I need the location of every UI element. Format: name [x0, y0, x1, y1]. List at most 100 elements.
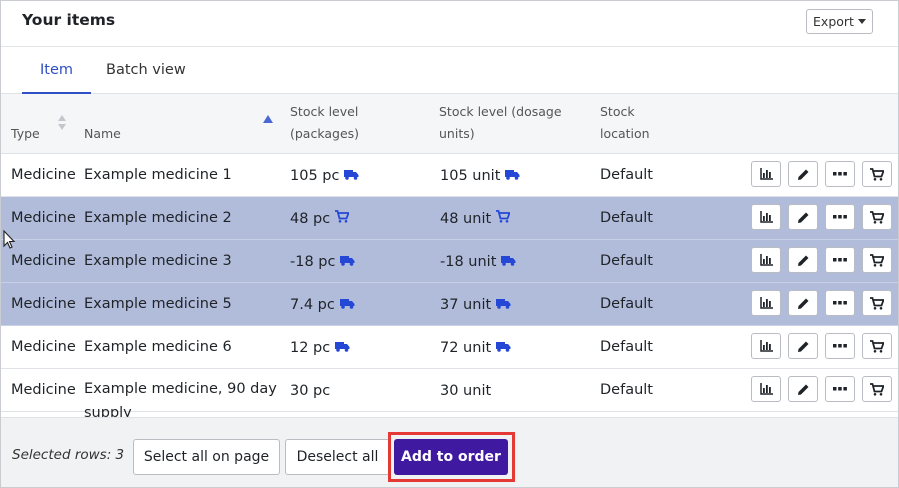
table-row[interactable]: Medicine Example medicine 1 105 pc 105 unit…: [1, 154, 898, 197]
chart-button[interactable]: [751, 161, 781, 187]
cell-name: Example medicine 1: [84, 154, 232, 197]
cell-type: Medicine: [11, 197, 76, 240]
more-icon: [833, 215, 847, 219]
header-text: Stock level (packages): [290, 104, 360, 141]
column-header-stock-packages[interactable]: Stock level (packages): [290, 101, 359, 145]
cart-button[interactable]: [862, 247, 892, 273]
table-row[interactable]: Medicine Example medicine 3 -18 pc -18 unit…: [1, 240, 898, 283]
header-text: Stock level (dosage units): [439, 104, 562, 141]
cell-stock-dosage: 48 unit: [440, 197, 511, 240]
more-button[interactable]: [825, 333, 855, 359]
more-button[interactable]: [825, 376, 855, 402]
cell-type-text: Medicine: [11, 210, 76, 226]
cell-type-text: Medicine: [11, 339, 76, 355]
truck-icon: [339, 284, 355, 326]
column-header-location[interactable]: Stock location: [600, 101, 650, 145]
cart-icon: [870, 210, 884, 224]
cell-stock-dosage-text: -18 unit: [440, 253, 497, 270]
chart-button[interactable]: [751, 376, 781, 402]
select-all-button[interactable]: Select all on page: [133, 439, 280, 475]
pencil-icon: [797, 168, 810, 181]
cell-type-text: Medicine: [11, 167, 76, 183]
cart-icon: [335, 198, 351, 240]
chart-icon: [759, 340, 773, 352]
cart-button[interactable]: [862, 333, 892, 359]
cell-type: Medicine: [11, 283, 76, 326]
cell-type-text: Medicine: [11, 253, 76, 269]
more-button[interactable]: [825, 161, 855, 187]
cell-name-text: Example medicine 6: [84, 339, 232, 355]
cell-stock-packages-text: 30 pc: [290, 382, 331, 399]
cart-icon: [870, 296, 884, 310]
row-actions: [751, 333, 892, 361]
table-row[interactable]: Medicine Example medicine 5 7.4 pc 37 unit D…: [1, 283, 898, 326]
cell-name: Example medicine 2: [84, 197, 232, 240]
pencil-button[interactable]: [788, 161, 818, 187]
cell-stock-packages: 48 pc: [290, 197, 351, 240]
cart-button[interactable]: [862, 204, 892, 230]
pencil-button[interactable]: [788, 376, 818, 402]
more-button[interactable]: [825, 290, 855, 316]
cell-location-text: Default: [600, 167, 653, 183]
chart-button[interactable]: [751, 204, 781, 230]
row-actions: [751, 204, 892, 232]
pencil-button[interactable]: [788, 204, 818, 230]
row-actions: [751, 290, 892, 318]
cell-stock-packages: 12 pc: [290, 326, 350, 369]
more-button[interactable]: [825, 204, 855, 230]
cell-type-text: Medicine: [11, 382, 76, 398]
tab-item-view[interactable]: Item view: [22, 47, 91, 124]
cell-stock-dosage-text: 48 unit: [440, 210, 492, 227]
mouse-cursor-icon: [3, 230, 16, 249]
sort-icon[interactable]: [58, 115, 66, 133]
tab-batch-view[interactable]: Batch view: [104, 47, 188, 94]
more-button[interactable]: [825, 247, 855, 273]
column-header-stock-dosage[interactable]: Stock level (dosage units): [439, 101, 562, 145]
cell-stock-dosage: 37 unit: [440, 283, 511, 326]
chevron-down-icon: [857, 19, 866, 24]
cell-location-text: Default: [600, 296, 653, 312]
cell-name: Example medicine, 90 day supply: [84, 377, 284, 417]
column-header-name[interactable]: Name: [84, 123, 121, 145]
export-label: Export: [813, 14, 854, 29]
add-to-order-button[interactable]: Add to order: [394, 439, 508, 475]
cell-stock-dosage: -18 unit: [440, 240, 516, 283]
more-icon: [833, 172, 847, 176]
row-actions: [751, 376, 892, 404]
cell-name: Example medicine 5: [84, 283, 232, 326]
selection-footer: Selected rows: 3 Select all on page Dese…: [1, 417, 898, 487]
cell-type: Medicine: [11, 240, 76, 283]
cell-location: Default: [600, 369, 653, 412]
deselect-all-button[interactable]: Deselect all: [285, 439, 390, 475]
cell-stock-packages-text: -18 pc: [290, 253, 336, 270]
cart-button[interactable]: [862, 161, 892, 187]
sort-ascending-icon[interactable]: [263, 115, 273, 123]
export-button[interactable]: Export: [806, 9, 873, 34]
cell-stock-packages-text: 48 pc: [290, 210, 331, 227]
cart-button[interactable]: [862, 290, 892, 316]
column-header-type[interactable]: Type: [11, 123, 40, 145]
cell-name-text: Example medicine, 90 day supply: [84, 381, 277, 417]
cell-stock-dosage-text: 105 unit: [440, 167, 501, 184]
more-icon: [833, 344, 847, 348]
cell-stock-packages: 30 pc: [290, 369, 330, 412]
table-row[interactable]: Medicine Example medicine, 90 day supply 3…: [1, 369, 898, 417]
chart-button[interactable]: [751, 333, 781, 359]
pencil-button[interactable]: [788, 333, 818, 359]
cart-button[interactable]: [862, 376, 892, 402]
chart-icon: [759, 297, 773, 309]
cell-location: Default: [600, 197, 653, 240]
cell-stock-dosage: 30 unit: [440, 369, 491, 412]
table-row[interactable]: Medicine Example medicine 6 12 pc 72 unit De…: [1, 326, 898, 369]
table-row[interactable]: Medicine Example medicine 2 48 pc 48 unit De…: [1, 197, 898, 240]
view-tabs: Item view Batch view: [1, 47, 898, 124]
pencil-button[interactable]: [788, 290, 818, 316]
chart-button[interactable]: [751, 290, 781, 316]
header-text: Stock location: [600, 104, 650, 141]
cell-stock-dosage: 105 unit: [440, 154, 520, 197]
pencil-button[interactable]: [788, 247, 818, 273]
more-icon: [833, 258, 847, 262]
truck-icon: [496, 327, 511, 369]
row-actions: [751, 247, 892, 275]
chart-button[interactable]: [751, 247, 781, 273]
